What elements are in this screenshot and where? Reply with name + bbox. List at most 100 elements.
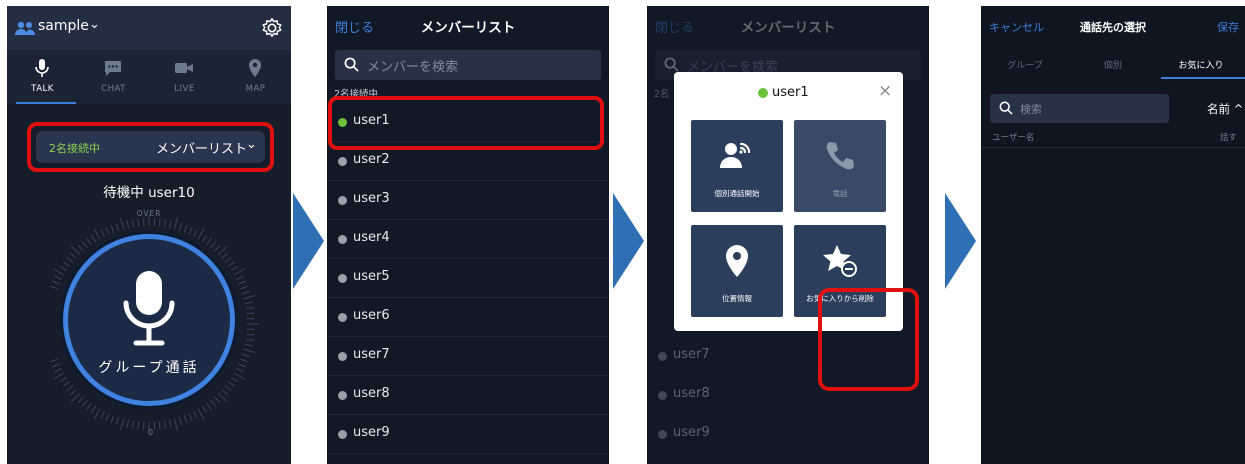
save-button[interactable]: 保存: [1217, 19, 1239, 35]
private-call-button[interactable]: 個別通話開始: [691, 120, 783, 212]
status-dot: [338, 157, 347, 166]
dial-tick: [214, 396, 221, 404]
member-name: user7: [673, 347, 710, 362]
status-dot: [658, 391, 667, 400]
highlight-frame: 2名接続中 メンバーリスト ⌄: [27, 122, 274, 172]
tab-favorites[interactable]: お気に入り: [1157, 58, 1245, 71]
arrow-right-icon: [945, 193, 976, 289]
dial-tick: [115, 223, 120, 231]
dial-tick: [53, 268, 65, 276]
phone-button[interactable]: 電話: [794, 120, 886, 212]
tab-map[interactable]: MAP: [220, 50, 291, 104]
dial-tick: [210, 399, 217, 407]
dial-tick: [168, 220, 172, 229]
chevron-down-icon[interactable]: ⌄: [89, 17, 100, 32]
dial-tick: [197, 228, 205, 240]
dial-tick: [126, 419, 130, 428]
dial-tick: [131, 420, 135, 429]
tab-talk[interactable]: TALK: [7, 50, 78, 104]
member-row[interactable]: user8: [327, 376, 609, 415]
call-target-screen: キャンセル 通話先の選択 保存 グループ 個別 お気に入り 検索 名前 ^ ユー…: [981, 6, 1245, 464]
dial-tick: [59, 376, 68, 383]
close-icon[interactable]: ×: [878, 81, 892, 101]
dial-tick: [236, 275, 244, 280]
member-row[interactable]: user5: [327, 259, 609, 298]
top-bar: 閉じる メンバーリスト: [647, 6, 929, 46]
dial-tick: [137, 218, 140, 227]
tab-chat[interactable]: CHAT: [78, 50, 149, 104]
dial-tick: [110, 224, 115, 233]
dial-tick: [93, 408, 101, 420]
dial-tick: [201, 234, 208, 243]
dial-tick: [62, 381, 71, 387]
active-tab-indicator: [1161, 77, 1245, 79]
connection-bar[interactable]: 2名接続中 メンバーリスト ⌄: [36, 131, 265, 163]
dial-tick: [158, 218, 161, 227]
tab-individual[interactable]: 個別: [1069, 58, 1157, 71]
chevron-down-icon[interactable]: ⌄: [246, 137, 257, 152]
dial-tick: [238, 280, 247, 285]
member-row[interactable]: user7: [327, 337, 609, 376]
dial-tick: [242, 290, 250, 295]
tab-label: CHAT: [101, 84, 126, 94]
status-dot: [338, 274, 347, 283]
tab-label: MAP: [245, 84, 266, 94]
dial-tick: [245, 338, 254, 342]
tab-group[interactable]: グループ: [981, 58, 1069, 71]
dial-tick: [100, 229, 105, 237]
group-name[interactable]: sample: [38, 18, 89, 34]
tab-label: TALK: [31, 84, 54, 94]
member-row[interactable]: user3: [327, 181, 609, 220]
dial-tick: [210, 241, 217, 249]
dial-tick: [69, 252, 77, 259]
dial-tick: [90, 234, 97, 243]
dial-tick: [81, 241, 88, 249]
dial-tick: [188, 226, 193, 235]
sort-by-name-button[interactable]: 名前 ^: [1207, 101, 1243, 117]
page-title: 通話先の選択: [1080, 21, 1146, 34]
member-row[interactable]: user4: [327, 220, 609, 259]
mode-tabs: TALK CHAT LIVE MAP: [7, 50, 291, 104]
dial-tick: [54, 275, 62, 280]
gear-icon[interactable]: [261, 17, 283, 39]
dial-tick: [243, 295, 256, 300]
dial-tick: [120, 217, 125, 230]
column-header-talk: 話す: [1220, 133, 1238, 143]
dial-tick: [70, 392, 81, 403]
dial-tick: [51, 280, 60, 285]
search-input[interactable]: メンバーを検索: [335, 50, 601, 80]
dial-tick: [183, 415, 188, 424]
dial-tick: [62, 261, 71, 267]
dial-tick: [173, 217, 178, 230]
dial-tick: [178, 417, 183, 425]
dial-tick: [221, 252, 229, 259]
search-input[interactable]: 検索: [990, 94, 1169, 123]
member-name: user2: [353, 152, 390, 167]
dial-tick: [246, 312, 255, 315]
dial-tick: [178, 223, 183, 231]
member-action-screen: 閉じる メンバーリスト メンバーを検索 2名 user7 user8 user9 u…: [647, 6, 929, 464]
location-button[interactable]: 位置情報: [691, 225, 783, 317]
status-dot: [338, 352, 347, 361]
status-dot: [338, 235, 347, 244]
dial-tick: [242, 353, 250, 358]
member-name: user6: [353, 308, 390, 323]
member-row[interactable]: user9: [327, 415, 609, 454]
member-list-button[interactable]: メンバーリスト: [156, 138, 247, 157]
top-bar: 閉じる メンバーリスト: [327, 6, 609, 46]
group-talk-button[interactable]: グループ通話: [63, 234, 235, 406]
member-row[interactable]: user6: [327, 298, 609, 337]
dial-tick: [70, 245, 81, 256]
tab-label: LIVE: [174, 84, 195, 94]
member-row[interactable]: user9: [647, 415, 929, 454]
tab-live[interactable]: LIVE: [149, 50, 220, 104]
modal-user-name: user1: [772, 85, 809, 100]
dial-tick: [77, 396, 84, 404]
dial-tick: [105, 226, 110, 235]
dial-tick: [240, 358, 249, 363]
dial-tick: [173, 418, 178, 431]
dial-tick: [110, 415, 115, 424]
level-zero-label: 0: [148, 428, 154, 437]
column-header-user: ユーザー名: [992, 133, 1035, 143]
status-dot: [338, 313, 347, 322]
